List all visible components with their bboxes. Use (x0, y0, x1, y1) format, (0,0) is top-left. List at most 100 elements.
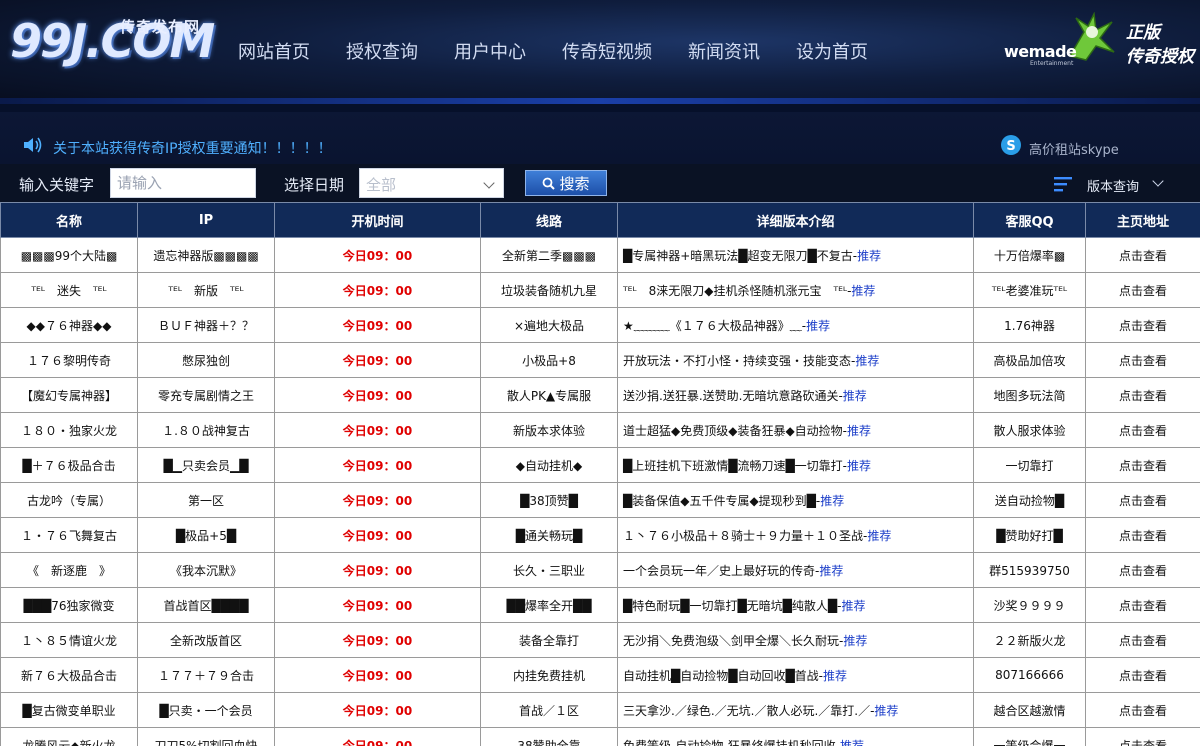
view-homepage-link[interactable]: 点击查看 (1085, 412, 1200, 448)
nav-user-center[interactable]: 用户中心 (454, 38, 526, 66)
nav-short-video[interactable]: 传奇短视频 (562, 38, 652, 66)
cell-name[interactable]: 《 新逐鹿 》 (0, 552, 138, 588)
nav-auth-query[interactable]: 授权查询 (346, 38, 418, 66)
view-homepage-link[interactable]: 点击查看 (1085, 727, 1200, 746)
recommend-link[interactable]: 推荐 (806, 319, 830, 333)
cell-time: 今日09：00 (274, 342, 481, 378)
col-time: 开机时间 (274, 202, 481, 238)
cell-desc: 免费等级-自动捡物-狂暴终爆挂机秒回收-推荐 (617, 727, 974, 746)
date-select[interactable]: 全部 (359, 168, 504, 198)
view-homepage-link[interactable]: 点击查看 (1085, 272, 1200, 308)
nav-news[interactable]: 新闻资讯 (688, 38, 760, 66)
table-row[interactable]: 龙腾风云◆新火龙 刀刀5%切割回血快 今日09：00 38赞助全靠 免费等级-自动捡物-… (0, 727, 1200, 746)
nav-home[interactable]: 网站首页 (238, 38, 310, 66)
cell-name[interactable]: １８０・独家火龙 (0, 412, 138, 448)
cell-time: 今日09：00 (274, 237, 481, 273)
recommend-link[interactable]: 推荐 (847, 424, 871, 438)
view-homepage-link[interactable]: 点击查看 (1085, 517, 1200, 553)
table-row[interactable]: １８０・独家火龙 １.８０战神复古 今日09：00 新版本求体验 道士超猛◆免费顶级◆装… (0, 412, 1200, 448)
cell-ip: 遗忘神器版▩▩▩▩ (137, 237, 275, 273)
view-homepage-link[interactable]: 点击查看 (1085, 692, 1200, 728)
partner-badge: wemade Entertainment 正版 传奇授权 (1000, 12, 1200, 72)
table-row[interactable]: ◆◆７６神器◆◆ ＢＵＦ神器＋？？ 今日09：00 ×遍地大极品 ★﹏﹏﹏《１７６大极品… (0, 307, 1200, 343)
cell-time: 今日09：00 (274, 307, 481, 343)
cell-name[interactable]: █复古微变单职业 (0, 692, 138, 728)
cell-time: 今日09：00 (274, 377, 481, 413)
table-header-row: 名称 IP 开机时间 线路 详细版本介绍 客服QQ 主页地址 (0, 202, 1200, 238)
recommend-link[interactable]: 推荐 (857, 249, 881, 263)
recommend-link[interactable]: 推荐 (823, 669, 847, 683)
version-query-toggle[interactable]: 版本查询 (1087, 176, 1139, 195)
recommend-link[interactable]: 推荐 (843, 389, 867, 403)
view-homepage-link[interactable]: 点击查看 (1085, 482, 1200, 518)
cell-line: ×遍地大极品 (480, 307, 618, 343)
view-homepage-link[interactable]: 点击查看 (1085, 657, 1200, 693)
cell-name[interactable]: 古龙吟（专属） (0, 482, 138, 518)
recommend-link[interactable]: 推荐 (851, 284, 875, 298)
site-logo[interactable]: 99J.COM 传奇发布网 (10, 14, 215, 74)
cell-name[interactable]: １７６黎明传奇 (0, 342, 138, 378)
cell-desc: 道士超猛◆免费顶级◆装备狂暴◆自动捡物-推荐 (617, 412, 974, 448)
view-homepage-link[interactable]: 点击查看 (1085, 307, 1200, 343)
view-homepage-link[interactable]: 点击查看 (1085, 587, 1200, 623)
table-row[interactable]: █复古微变单职业 █只卖・一个会员 今日09：00 首战／１区 三天拿沙.／绿色.／无坑… (0, 692, 1200, 728)
table-row[interactable]: 新７６大极品合击 １７７＋７９合击 今日09：00 内挂免费挂机 自动挂机█自动捡物█自… (0, 657, 1200, 693)
chevron-down-icon[interactable] (1152, 175, 1164, 187)
table-row[interactable]: █＋７６极品合击 █▁只卖会员▁█ 今日09：00 ◆自动挂机◆ █上班挂机下班激情█流… (0, 447, 1200, 483)
cell-line: 装备全靠打 (480, 622, 618, 658)
cell-name[interactable]: ▩▩▩99个大陆▩ (0, 237, 138, 273)
view-homepage-link[interactable]: 点击查看 (1085, 622, 1200, 658)
view-homepage-link[interactable]: 点击查看 (1085, 552, 1200, 588)
recommend-link[interactable]: 推荐 (867, 529, 891, 543)
cell-name[interactable]: ◆◆７６神器◆◆ (0, 307, 138, 343)
partner-line2: 传奇授权 (1126, 47, 1194, 67)
keyword-input[interactable] (110, 168, 256, 198)
table-row[interactable]: 古龙吟（专属） 第一区 今日09：00 █38顶赞█ █装备保值◆五千件专属◆提现秒到█… (0, 482, 1200, 518)
skype-contact[interactable]: 高价租站skype (1029, 139, 1119, 158)
notice-link[interactable]: 关于本站获得传奇IP授权重要通知！！！！！ (53, 138, 332, 158)
recommend-link[interactable]: 推荐 (841, 599, 865, 613)
view-homepage-link[interactable]: 点击查看 (1085, 377, 1200, 413)
cell-desc: 开放玩法・不打小怪・持续变强・技能变态-推荐 (617, 342, 974, 378)
cell-name[interactable]: 新７６大极品合击 (0, 657, 138, 693)
cell-name[interactable]: ᵀᴱᴸ 迷失 ᵀᴱᴸ (0, 272, 138, 308)
table-row[interactable]: 【魔幻专属神器】 零充专属剧情之王 今日09：00 散人PK▲专属服 送沙捐.送狂暴.送… (0, 377, 1200, 413)
cell-time: 今日09：00 (274, 657, 481, 693)
cell-name[interactable]: 龙腾风云◆新火龙 (0, 727, 138, 746)
cell-name[interactable]: １・７６飞舞复古 (0, 517, 138, 553)
view-homepage-link[interactable]: 点击查看 (1085, 447, 1200, 483)
view-homepage-link[interactable]: 点击查看 (1085, 237, 1200, 273)
cell-name[interactable]: 【魔幻专属神器】 (0, 377, 138, 413)
table-row[interactable]: １丶８５情谊火龙 全新改版首区 今日09：00 装备全靠打 无沙捐＼免费泡级＼剑甲全爆＼… (0, 622, 1200, 658)
recommend-link[interactable]: 推荐 (820, 494, 844, 508)
table-row[interactable]: １・７６飞舞复古 █极品+5█ 今日09：00 █通关畅玩█ １丶７６小极品＋８骑士＋９… (0, 517, 1200, 553)
cell-name[interactable]: ███76独家微变 (0, 587, 138, 623)
recommend-link[interactable]: 推荐 (819, 564, 843, 578)
search-button[interactable]: 搜索 (525, 170, 607, 196)
recommend-link[interactable]: 推荐 (847, 459, 871, 473)
nav-set-homepage[interactable]: 设为首页 (796, 38, 868, 66)
cell-desc: █特色耐玩█一切靠打█无暗坑█纯散人█-推荐 (617, 587, 974, 623)
notice-bar: 关于本站获得传奇IP授权重要通知！！！！！ S 高价租站skype (0, 104, 1200, 166)
cell-line: 长久・三职业 (480, 552, 618, 588)
view-homepage-link[interactable]: 点击查看 (1085, 342, 1200, 378)
recommend-link[interactable]: 推荐 (840, 739, 864, 746)
cell-time: 今日09：00 (274, 727, 481, 746)
table-row[interactable]: ᵀᴱᴸ 迷失 ᵀᴱᴸ ᵀᴱᴸ 新版 ᵀᴱᴸ 今日09：00 垃圾装备随机九星 ᵀᴱᴸ 8… (0, 272, 1200, 308)
cell-ip: 第一区 (137, 482, 275, 518)
table-row[interactable]: ███76独家微变 首战首区████ 今日09：00 ██爆率全开██ █特色耐玩█一切… (0, 587, 1200, 623)
cell-name[interactable]: １丶８５情谊火龙 (0, 622, 138, 658)
cell-name[interactable]: █＋７６极品合击 (0, 447, 138, 483)
recommend-link[interactable]: 推荐 (843, 634, 867, 648)
desc-text: █专属神器+暗黑玩法█超变无限刀█不复古- (623, 248, 858, 263)
desc-text: 免费等级-自动捡物-狂暴终爆挂机秒回收- (623, 738, 840, 746)
recommend-link[interactable]: 推荐 (855, 354, 879, 368)
logo-subtitle: 传奇发布网 (120, 18, 201, 36)
server-table: 名称 IP 开机时间 线路 详细版本介绍 客服QQ 主页地址 ▩▩▩99个大陆▩… (0, 202, 1200, 746)
recommend-link[interactable]: 推荐 (874, 704, 898, 718)
table-row[interactable]: ▩▩▩99个大陆▩ 遗忘神器版▩▩▩▩ 今日09：00 全新第二季▩▩▩ █专属神器+暗… (0, 237, 1200, 273)
table-row[interactable]: 《 新逐鹿 》《我本沉默》 今日09：00 长久・三职业 一个会员玩一年／史上最好玩的… (0, 552, 1200, 588)
cell-desc: 送沙捐.送狂暴.送赞助.无暗坑意路砍通关-推荐 (617, 377, 974, 413)
table-row[interactable]: １７６黎明传奇 憋尿独创 今日09：00 小极品+8 开放玩法・不打小怪・持续变强・技能… (0, 342, 1200, 378)
cell-qq: 十万倍爆率▩ (973, 237, 1086, 273)
